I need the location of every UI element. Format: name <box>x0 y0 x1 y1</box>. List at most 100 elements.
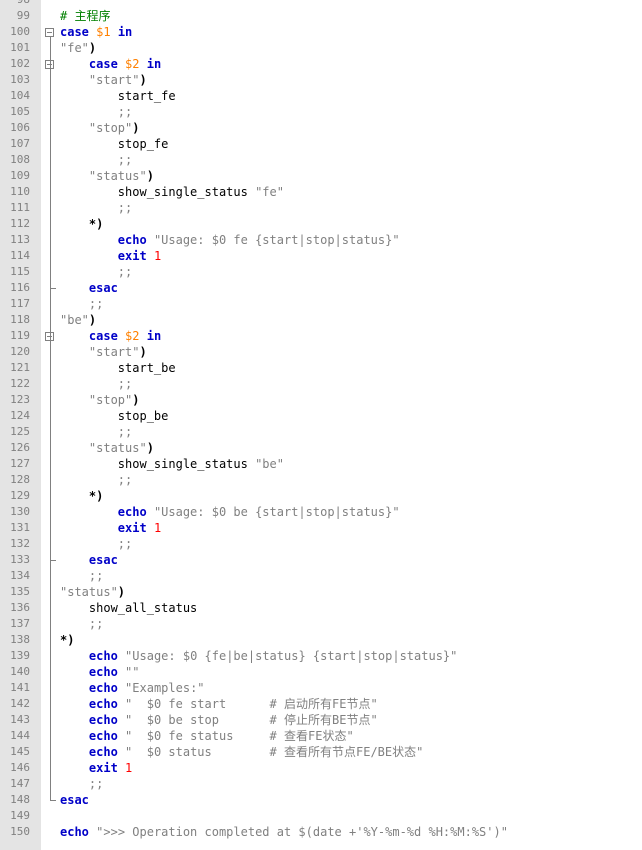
line-number: 100 <box>10 25 30 38</box>
line-text: ;; <box>88 297 104 311</box>
line-number: 141 <box>10 681 30 694</box>
code-line[interactable]: 145 echo " $0 status # 查看所有节点FE/BE状态" <box>0 744 642 760</box>
code-line[interactable]: 143 echo " $0 be stop # 停止所有BE节点" <box>0 712 642 728</box>
line-text: ;; <box>117 473 133 487</box>
line-text: echo "Usage: $0 {fe|be|status} {start|st… <box>88 649 458 663</box>
code-line[interactable]: 144 echo " $0 fe status # 查看FE状态" <box>0 728 642 744</box>
code-line[interactable]: 99 # 主程序 <box>0 8 642 24</box>
code-line[interactable]: 105 ;; <box>0 104 642 120</box>
line-number: 123 <box>10 393 30 406</box>
code-line[interactable]: 109 "status") <box>0 168 642 184</box>
code-line[interactable]: 111 ;; <box>0 200 642 216</box>
line-number: 147 <box>10 777 30 790</box>
line-number: 126 <box>10 441 30 454</box>
line-text: "fe") <box>60 41 97 55</box>
code-line[interactable]: 129 *) <box>0 488 642 504</box>
code-line[interactable]: 107 stop_fe <box>0 136 642 152</box>
code-line[interactable]: 106 "stop") <box>0 120 642 136</box>
code-area[interactable]: 9899# 主程序100case $1 in101 "fe")102 case $… <box>0 0 642 840</box>
line-number: 110 <box>10 185 30 198</box>
code-line[interactable]: 135 "status") <box>0 584 642 600</box>
code-line[interactable]: 128 ;; <box>0 472 642 488</box>
code-line[interactable]: 108 ;; <box>0 152 642 168</box>
line-text: ;; <box>117 425 133 439</box>
line-number: 117 <box>10 297 30 310</box>
code-line[interactable]: 139 echo "Usage: $0 {fe|be|status} {star… <box>0 648 642 664</box>
code-line[interactable]: 116 esac <box>0 280 642 296</box>
code-line[interactable]: 120 "start") <box>0 344 642 360</box>
line-text: case $2 in <box>88 57 162 71</box>
code-line[interactable]: 103 "start") <box>0 72 642 88</box>
line-text: echo ">>> Operation completed at $(date … <box>60 825 508 839</box>
code-line[interactable]: 134 ;; <box>0 568 642 584</box>
code-line[interactable]: 133 esac <box>0 552 642 568</box>
line-text: "stop") <box>88 393 140 407</box>
code-line[interactable]: 127 show_single_status "be" <box>0 456 642 472</box>
code-line[interactable]: 147 ;; <box>0 776 642 792</box>
code-line[interactable]: 121 start_be <box>0 360 642 376</box>
code-line[interactable]: 113 echo "Usage: $0 fe {start|stop|statu… <box>0 232 642 248</box>
code-line[interactable]: 117 ;; <box>0 296 642 312</box>
line-text: "start") <box>88 345 147 359</box>
code-line[interactable]: 149 <box>0 808 642 824</box>
code-line[interactable]: 148 esac <box>0 792 642 808</box>
code-line[interactable]: 98 <box>0 0 642 8</box>
line-text: start_be <box>60 361 176 375</box>
code-line[interactable]: 104 start_fe <box>0 88 642 104</box>
line-number: 99 <box>16 9 30 22</box>
code-line[interactable]: 101 "fe") <box>0 40 642 56</box>
line-number: 109 <box>10 169 30 182</box>
line-number: 106 <box>10 121 30 134</box>
code-line[interactable]: 119 case $2 in <box>0 328 642 344</box>
line-text: ;; <box>88 777 104 791</box>
line-number: 144 <box>10 729 30 742</box>
line-text: ;; <box>117 537 133 551</box>
line-number: 143 <box>10 713 30 726</box>
line-text: stop_be <box>60 409 169 423</box>
line-number: 138 <box>10 633 30 646</box>
line-number: 139 <box>10 649 30 662</box>
line-number: 108 <box>10 153 30 166</box>
line-text: show_all_status <box>60 601 198 615</box>
code-line[interactable]: 138 *) <box>0 632 642 648</box>
code-line[interactable]: 112 *) <box>0 216 642 232</box>
line-number: 129 <box>10 489 30 502</box>
line-text: ;; <box>88 569 104 583</box>
line-text: start_fe <box>60 89 176 103</box>
fold-end-marker <box>50 800 56 801</box>
code-line[interactable]: 114 exit 1 <box>0 248 642 264</box>
code-line[interactable]: 102 case $2 in <box>0 56 642 72</box>
fold-toggle-icon[interactable] <box>45 28 54 37</box>
line-text: echo "Examples:" <box>88 681 205 695</box>
line-number: 134 <box>10 569 30 582</box>
code-line[interactable]: 123 "stop") <box>0 392 642 408</box>
line-text: esac <box>88 553 118 567</box>
line-text: echo "Usage: $0 be {start|stop|status}" <box>117 505 400 519</box>
code-line[interactable]: 131 exit 1 <box>0 520 642 536</box>
line-text: ;; <box>117 105 133 119</box>
code-line[interactable]: 110 show_single_status "fe" <box>0 184 642 200</box>
line-number: 128 <box>10 473 30 486</box>
line-number: 98 <box>0 0 30 8</box>
code-line[interactable]: 146 exit 1 <box>0 760 642 776</box>
line-number: 101 <box>10 41 30 54</box>
code-line[interactable]: 125 ;; <box>0 424 642 440</box>
code-line[interactable]: 137 ;; <box>0 616 642 632</box>
code-line[interactable]: 140 echo "" <box>0 664 642 680</box>
code-line[interactable]: 136 show_all_status <box>0 600 642 616</box>
fold-end-marker <box>50 288 56 289</box>
code-line[interactable]: 142 echo " $0 fe start # 启动所有FE节点" <box>0 696 642 712</box>
code-line[interactable]: 126 "status") <box>0 440 642 456</box>
code-line[interactable]: 100 case $1 in <box>0 24 642 40</box>
line-text: "status") <box>88 169 154 183</box>
code-editor[interactable]: 9899# 主程序100case $1 in101 "fe")102 case $… <box>0 0 642 850</box>
code-line[interactable]: 150 echo ">>> Operation completed at $(da… <box>0 824 642 840</box>
code-line[interactable]: 118 "be") <box>0 312 642 328</box>
code-line[interactable]: 130 echo "Usage: $0 be {start|stop|statu… <box>0 504 642 520</box>
code-line[interactable]: 132 ;; <box>0 536 642 552</box>
fold-guide-line <box>50 69 51 288</box>
code-line[interactable]: 124 stop_be <box>0 408 642 424</box>
code-line[interactable]: 115 ;; <box>0 264 642 280</box>
code-line[interactable]: 141 echo "Examples:" <box>0 680 642 696</box>
code-line[interactable]: 122 ;; <box>0 376 642 392</box>
